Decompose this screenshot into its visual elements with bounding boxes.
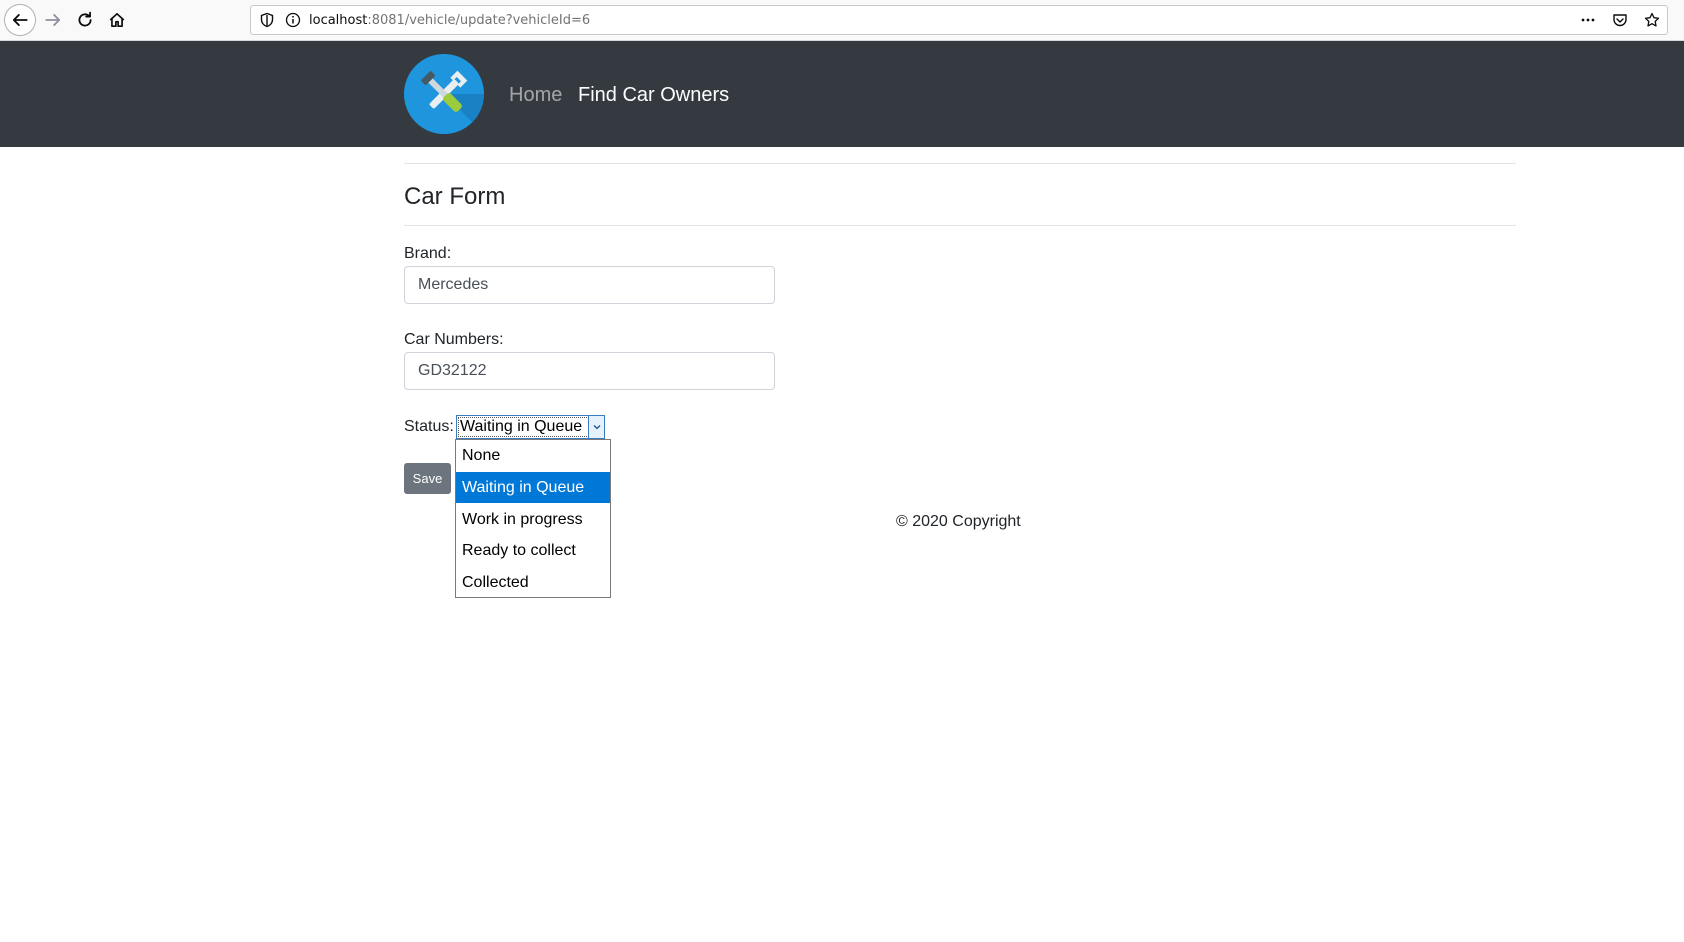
car-numbers-label: Car Numbers:	[404, 331, 504, 348]
home-icon	[109, 12, 125, 28]
tools-icon	[404, 54, 484, 134]
url-text[interactable]: localhost:8081/vehicle/update?vehicleId=…	[309, 13, 590, 28]
bookmark-star-icon[interactable]	[1643, 11, 1661, 29]
chevron-down-icon[interactable]	[588, 416, 604, 438]
url-path: :8081/vehicle/update?vehicleId=6	[367, 13, 591, 28]
status-label: Status:	[404, 418, 454, 435]
back-button[interactable]	[4, 4, 36, 36]
url-actions	[1579, 11, 1661, 29]
copyright-text: © 2020 Copyright	[896, 513, 1021, 530]
nav-home-link[interactable]: Home	[509, 84, 562, 107]
info-icon[interactable]	[285, 12, 301, 28]
brand-label: Brand:	[404, 245, 452, 262]
status-option-collected[interactable]: Collected	[456, 567, 610, 598]
forward-button[interactable]	[37, 4, 69, 36]
arrow-right-icon	[45, 14, 61, 26]
nav-find-car-owners-link[interactable]: Find Car Owners	[578, 84, 729, 107]
shield-icon[interactable]	[259, 12, 275, 28]
status-option-waiting-in-queue[interactable]: Waiting in Queue	[456, 472, 610, 503]
home-button[interactable]	[101, 4, 133, 36]
brand-input[interactable]	[404, 266, 775, 304]
browser-toolbar: localhost:8081/vehicle/update?vehicleId=…	[0, 0, 1684, 41]
status-select[interactable]: Waiting in Queue	[456, 415, 605, 439]
car-numbers-input[interactable]	[404, 352, 775, 390]
pocket-icon[interactable]	[1611, 11, 1629, 29]
divider-top	[404, 163, 1516, 164]
status-select-value: Waiting in Queue	[460, 418, 583, 435]
arrow-left-icon	[12, 14, 28, 26]
logo[interactable]	[404, 54, 484, 134]
reload-button[interactable]	[69, 4, 101, 36]
reload-icon	[78, 11, 92, 27]
status-option-ready-to-collect[interactable]: Ready to collect	[456, 535, 610, 566]
url-bar[interactable]: localhost:8081/vehicle/update?vehicleId=…	[250, 5, 1668, 35]
page-title: Car Form	[404, 183, 506, 210]
status-option-work-in-progress[interactable]: Work in progress	[456, 504, 610, 535]
url-host: localhost	[309, 13, 368, 28]
site-navbar: Home Find Car Owners	[0, 41, 1684, 147]
more-icon[interactable]	[1579, 11, 1597, 29]
status-option-none[interactable]: None	[456, 440, 610, 471]
divider-title	[404, 225, 1516, 226]
save-button[interactable]: Save	[404, 463, 451, 494]
status-dropdown-list: None Waiting in Queue Work in progress R…	[455, 439, 611, 598]
